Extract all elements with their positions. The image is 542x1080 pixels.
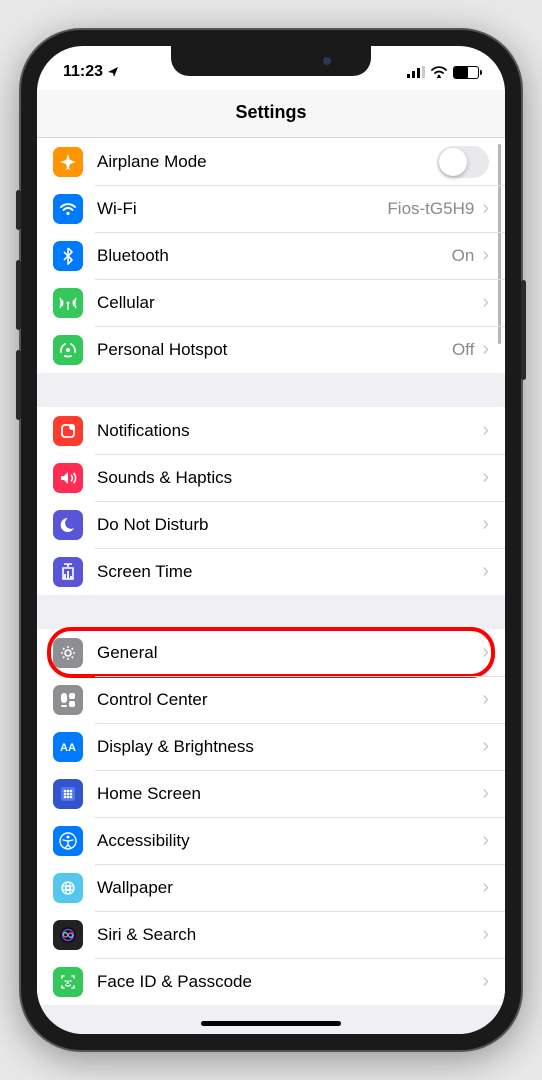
wifi-icon bbox=[431, 66, 447, 78]
accessibility-icon bbox=[53, 826, 83, 856]
row-label: Airplane Mode bbox=[97, 152, 437, 172]
row-sounds[interactable]: Sounds & Haptics› bbox=[37, 454, 505, 501]
chevron-right-icon: › bbox=[482, 782, 489, 805]
row-value: Fios-tG5H9 bbox=[387, 199, 474, 219]
chevron-right-icon: › bbox=[482, 291, 489, 314]
row-label: Home Screen bbox=[97, 784, 482, 804]
location-icon bbox=[107, 66, 119, 78]
row-controlcenter[interactable]: Control Center› bbox=[37, 676, 505, 723]
row-faceid[interactable]: Face ID & Passcode› bbox=[37, 958, 505, 1005]
row-label: Screen Time bbox=[97, 562, 482, 582]
row-value: On bbox=[452, 246, 475, 266]
chevron-right-icon: › bbox=[482, 560, 489, 583]
row-dnd[interactable]: Do Not Disturb› bbox=[37, 501, 505, 548]
chevron-right-icon: › bbox=[482, 829, 489, 852]
hotspot-icon bbox=[53, 335, 83, 365]
row-notifications[interactable]: Notifications› bbox=[37, 407, 505, 454]
notch bbox=[171, 46, 371, 76]
row-cellular[interactable]: Cellular› bbox=[37, 279, 505, 326]
screentime-icon bbox=[53, 557, 83, 587]
row-bluetooth[interactable]: BluetoothOn › bbox=[37, 232, 505, 279]
row-screentime[interactable]: Screen Time› bbox=[37, 548, 505, 595]
wallpaper-icon bbox=[53, 873, 83, 903]
airplane-toggle[interactable] bbox=[437, 146, 489, 178]
row-label: Wi-Fi bbox=[97, 199, 387, 219]
row-label: Display & Brightness bbox=[97, 737, 482, 757]
row-siri[interactable]: Siri & Search› bbox=[37, 911, 505, 958]
row-wallpaper[interactable]: Wallpaper› bbox=[37, 864, 505, 911]
row-label: Bluetooth bbox=[97, 246, 452, 266]
row-label: Siri & Search bbox=[97, 925, 482, 945]
row-label: Face ID & Passcode bbox=[97, 972, 482, 992]
chevron-right-icon: › bbox=[482, 466, 489, 489]
phone-frame: 11:23 Settings Airplane Mode Wi-FiFios-tG… bbox=[21, 30, 521, 1050]
cellular-signal-icon bbox=[407, 66, 425, 78]
row-airplane[interactable]: Airplane Mode bbox=[37, 138, 505, 185]
row-value: Off bbox=[452, 340, 474, 360]
row-homescreen[interactable]: Home Screen› bbox=[37, 770, 505, 817]
volume-up-button bbox=[16, 260, 21, 330]
wifi-icon bbox=[53, 194, 83, 224]
row-label: Cellular bbox=[97, 293, 482, 313]
chevron-right-icon: › bbox=[482, 735, 489, 758]
row-label: Control Center bbox=[97, 690, 482, 710]
notifications-icon bbox=[53, 416, 83, 446]
row-label: Accessibility bbox=[97, 831, 482, 851]
row-label: General bbox=[97, 643, 482, 663]
faceid-icon bbox=[53, 967, 83, 997]
chevron-right-icon: › bbox=[482, 338, 489, 361]
display-icon: AA bbox=[53, 732, 83, 762]
homescreen-icon bbox=[53, 779, 83, 809]
sounds-icon bbox=[53, 463, 83, 493]
power-button bbox=[521, 280, 526, 380]
chevron-right-icon: › bbox=[482, 244, 489, 267]
page-title: Settings bbox=[37, 90, 505, 138]
settings-list[interactable]: Airplane ModeWi-FiFios-tG5H9›BluetoothOn… bbox=[37, 138, 505, 1034]
row-general[interactable]: General› bbox=[37, 629, 505, 676]
battery-icon bbox=[453, 66, 479, 79]
dnd-icon bbox=[53, 510, 83, 540]
chevron-right-icon: › bbox=[482, 513, 489, 536]
row-display[interactable]: AA Display & Brightness› bbox=[37, 723, 505, 770]
bluetooth-icon bbox=[53, 241, 83, 271]
siri-icon bbox=[53, 920, 83, 950]
chevron-right-icon: › bbox=[482, 688, 489, 711]
chevron-right-icon: › bbox=[482, 876, 489, 899]
general-icon bbox=[53, 638, 83, 668]
svg-text:AA: AA bbox=[60, 742, 76, 754]
row-label: Personal Hotspot bbox=[97, 340, 452, 360]
volume-down-button bbox=[16, 350, 21, 420]
row-hotspot[interactable]: Personal HotspotOff › bbox=[37, 326, 505, 373]
cellular-icon bbox=[53, 288, 83, 318]
row-label: Wallpaper bbox=[97, 878, 482, 898]
row-label: Sounds & Haptics bbox=[97, 468, 482, 488]
chevron-right-icon: › bbox=[482, 970, 489, 993]
row-label: Do Not Disturb bbox=[97, 515, 482, 535]
screen: 11:23 Settings Airplane Mode Wi-FiFios-tG… bbox=[37, 46, 505, 1034]
chevron-right-icon: › bbox=[482, 923, 489, 946]
mute-switch bbox=[16, 190, 21, 230]
chevron-right-icon: › bbox=[482, 419, 489, 442]
controlcenter-icon bbox=[53, 685, 83, 715]
chevron-right-icon: › bbox=[482, 197, 489, 220]
status-time: 11:23 bbox=[63, 63, 103, 81]
row-accessibility[interactable]: Accessibility› bbox=[37, 817, 505, 864]
row-wifi[interactable]: Wi-FiFios-tG5H9 › bbox=[37, 185, 505, 232]
airplane-icon bbox=[53, 147, 83, 177]
home-indicator[interactable] bbox=[201, 1021, 341, 1026]
row-label: Notifications bbox=[97, 421, 482, 441]
chevron-right-icon: › bbox=[482, 641, 489, 664]
